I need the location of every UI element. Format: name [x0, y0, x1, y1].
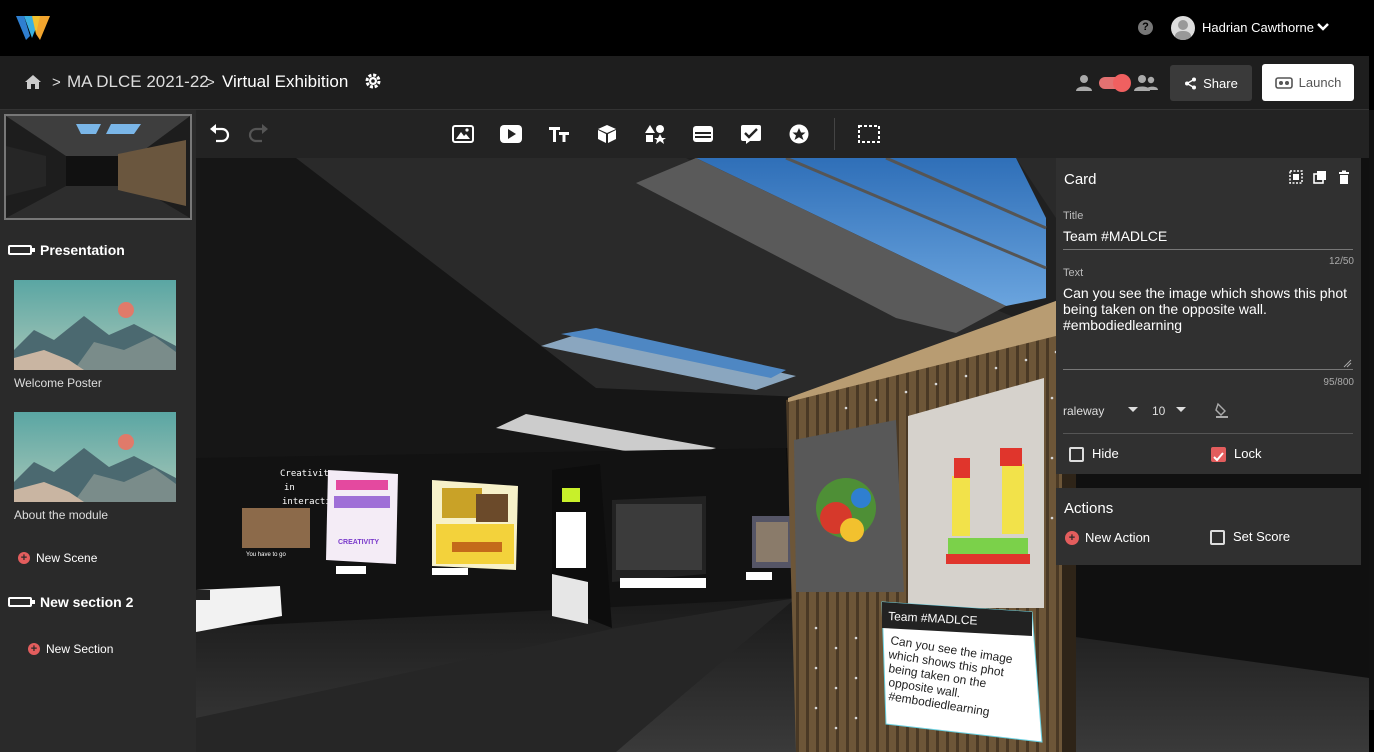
gear-icon[interactable]	[364, 72, 382, 90]
scrollbar[interactable]	[1369, 110, 1374, 710]
share-label: Share	[1203, 75, 1238, 91]
page-title: Virtual Exhibition	[222, 72, 349, 91]
duplicate-icon[interactable]	[1313, 170, 1327, 184]
shapes-icon[interactable]	[644, 124, 666, 144]
svg-text:in: in	[284, 483, 295, 493]
home-icon[interactable]	[24, 73, 42, 91]
panel-title: Card	[1064, 171, 1097, 188]
breadcrumb-separator: >	[206, 74, 215, 91]
avatar[interactable]	[1171, 16, 1195, 40]
fill-color-icon[interactable]	[1214, 402, 1230, 418]
top-bar: ? Hadrian Cawthorne	[0, 0, 1374, 56]
image-icon[interactable]	[452, 124, 474, 144]
chevron-down-icon[interactable]	[1316, 22, 1330, 32]
quiz-icon[interactable]	[740, 124, 762, 144]
new-section-button[interactable]: + New Section	[28, 642, 113, 656]
font-family-select[interactable]: raleway	[1063, 404, 1104, 418]
scene-label[interactable]: Welcome Poster	[14, 376, 102, 390]
user-name[interactable]: Hadrian Cawthorne	[1202, 20, 1314, 35]
mode-toggle[interactable]	[1099, 74, 1131, 92]
section-header-presentation[interactable]: Presentation	[8, 242, 125, 258]
divider	[1063, 433, 1353, 434]
new-action-label: New Action	[1085, 530, 1151, 545]
section-label: Presentation	[40, 242, 125, 258]
select-icon[interactable]	[1289, 170, 1303, 184]
launch-label: Launch	[1298, 75, 1342, 90]
hide-checkbox[interactable]	[1069, 447, 1084, 462]
scene-thumbnail[interactable]	[14, 412, 176, 502]
breadcrumb: > MA DLCE 2021-22 > Virtual Exhibition S…	[0, 56, 1369, 110]
actions-panel: Actions + New Action Set Score	[1056, 488, 1361, 565]
text-icon[interactable]	[548, 124, 570, 144]
toolbar-divider	[834, 118, 835, 150]
card-properties-panel: Card Title Team #MADLCE 12/50 Text Can y…	[1056, 158, 1361, 474]
title-field-label: Title	[1063, 210, 1084, 222]
chevron-down-icon[interactable]	[1128, 407, 1138, 412]
scene-preview-thumbnail[interactable]	[4, 114, 192, 220]
new-action-button[interactable]: + New Action	[1065, 530, 1150, 545]
poster-creative-rights[interactable]	[432, 480, 518, 575]
section-label: New section 2	[40, 594, 134, 610]
single-user-icon[interactable]	[1075, 74, 1093, 92]
new-scene-label: New Scene	[36, 551, 98, 565]
launch-button[interactable]: Launch	[1262, 64, 1354, 101]
poster-dark-video[interactable]	[612, 496, 706, 588]
text-field-label: Text	[1063, 267, 1084, 279]
new-scene-button[interactable]: + New Scene	[18, 551, 97, 565]
breadcrumb-separator: >	[52, 74, 61, 91]
video-icon[interactable]	[500, 124, 522, 144]
title-char-counter: 12/50	[1328, 256, 1354, 267]
text-char-counter: 95/800	[1323, 377, 1354, 388]
plus-icon: +	[28, 643, 40, 655]
actions-title: Actions	[1064, 500, 1114, 517]
title-field-underline	[1063, 249, 1353, 250]
check-icon	[1213, 452, 1224, 462]
poster-visual-art[interactable]: CREATIVITY	[326, 470, 398, 574]
text-field[interactable]: Can you see the image which shows this p…	[1063, 285, 1349, 333]
plus-icon: +	[1065, 530, 1079, 545]
lock-label: Lock	[1234, 446, 1262, 461]
font-size-select[interactable]: 10	[1152, 404, 1165, 418]
multi-user-icon[interactable]	[1134, 74, 1158, 92]
new-section-label: New Section	[46, 642, 114, 656]
text-field-underline	[1063, 369, 1353, 370]
vr-headset-icon	[1274, 76, 1293, 89]
badge-icon[interactable]	[788, 124, 810, 144]
share-button[interactable]: Share	[1170, 65, 1252, 101]
set-score-checkbox[interactable]	[1210, 530, 1225, 545]
plus-icon: +	[18, 552, 30, 564]
title-field[interactable]: Team #MADLCE	[1063, 228, 1167, 244]
chevron-down-icon[interactable]	[1176, 407, 1186, 412]
undo-icon[interactable]	[208, 124, 230, 144]
selected-card-3d[interactable]: Team #MADLCE Can you see the image which…	[881, 601, 1043, 743]
hide-label: Hide	[1092, 446, 1119, 461]
selection-icon[interactable]	[858, 124, 880, 144]
3d-object-icon[interactable]	[596, 124, 618, 144]
help-icon[interactable]: ?	[1138, 20, 1153, 35]
scene-label[interactable]: About the module	[14, 508, 108, 522]
svg-text:Creativity: Creativity	[280, 469, 335, 479]
section-header-new-section-2[interactable]: New section 2	[8, 594, 133, 610]
app-logo-icon[interactable]	[14, 10, 52, 44]
svg-text:CREATIVITY: CREATIVITY	[338, 539, 379, 546]
redo-icon[interactable]	[248, 124, 270, 144]
panel-actions	[1289, 170, 1351, 184]
set-score-label: Set Score	[1233, 529, 1291, 544]
lock-checkbox[interactable]	[1211, 447, 1226, 462]
resize-handle-icon[interactable]	[1343, 359, 1352, 368]
svg-text:You have to go: You have to go	[246, 552, 286, 558]
photo-lego-table[interactable]	[794, 420, 904, 592]
scene-sidebar: Presentation Welcome Poster About the mo…	[0, 110, 196, 752]
section-icon	[8, 245, 35, 255]
editor-toolbar	[196, 110, 1369, 158]
breadcrumb-project[interactable]: MA DLCE 2021-22	[67, 72, 209, 92]
section-icon	[8, 597, 35, 607]
photo-lego-tower[interactable]	[908, 378, 1044, 608]
scene-thumbnail[interactable]	[14, 280, 176, 370]
card-icon[interactable]	[692, 124, 714, 144]
share-icon	[1185, 77, 1197, 89]
trash-icon[interactable]	[1337, 170, 1351, 184]
